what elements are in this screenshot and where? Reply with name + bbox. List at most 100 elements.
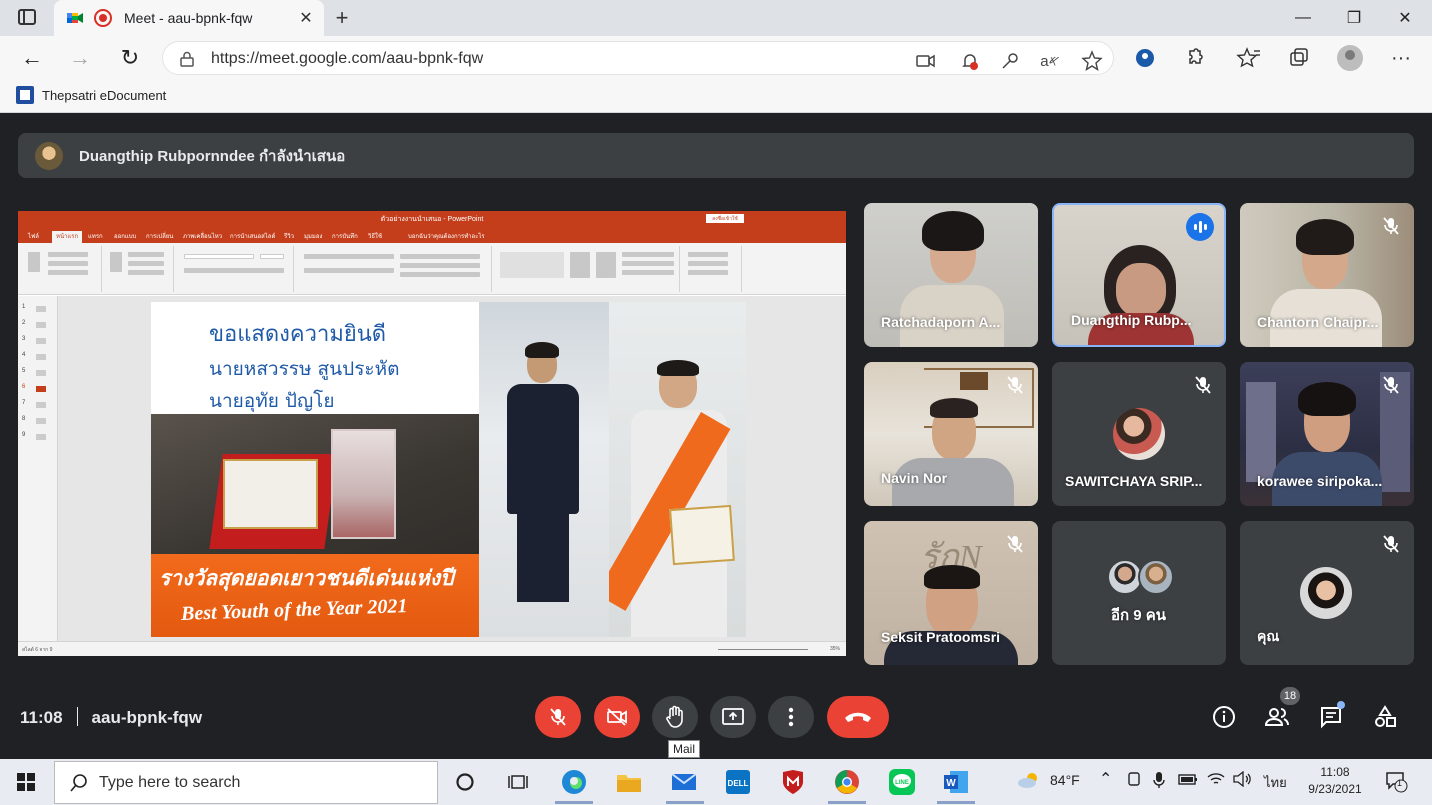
camera-permission-icon[interactable]: [915, 50, 937, 72]
present-screen-button[interactable]: [710, 696, 756, 738]
edge-icon[interactable]: [559, 767, 589, 797]
info-icon: [1213, 706, 1235, 728]
word-icon[interactable]: W: [941, 767, 971, 797]
presenting-banner: Duangthip Rubpornndee กำลังนำเสนอ: [18, 133, 1414, 178]
mail-icon[interactable]: [669, 767, 699, 797]
thumb-number: 3: [22, 336, 26, 342]
read-aloud-icon[interactable]: a𐤀: [1039, 50, 1061, 72]
key-icon[interactable]: [999, 50, 1021, 72]
toggle-mic-button[interactable]: [535, 696, 581, 738]
tooltip: Mail: [668, 740, 701, 758]
notification-blocked-icon[interactable]: [959, 50, 981, 72]
more-menu-icon[interactable]: ···: [1388, 45, 1414, 71]
add-favorite-icon[interactable]: [1081, 50, 1103, 72]
activities-button[interactable]: [1371, 703, 1399, 731]
ppt-menu-item: รีวิว: [284, 234, 294, 240]
participant-tile[interactable]: Chantorn Chaipr...: [1240, 203, 1414, 347]
taskbar-search[interactable]: Type here to search: [54, 761, 438, 804]
taskbar-clock[interactable]: 11:08 9/23/2021: [1300, 764, 1370, 798]
cortana-icon[interactable]: [450, 767, 480, 797]
ppt-menu-item: ภาพเคลื่อนไหว: [183, 234, 223, 240]
weather-icon[interactable]: [1016, 769, 1042, 794]
new-tab-icon[interactable]: +: [330, 5, 354, 30]
restore-icon[interactable]: ❐: [1331, 0, 1377, 36]
ribbon-group-font: [176, 246, 294, 292]
svg-text:W: W: [946, 778, 956, 789]
tab-close-icon[interactable]: ✕: [296, 8, 316, 28]
collections-icon[interactable]: [1286, 45, 1312, 71]
participant-tile[interactable]: รักN Seksit Pratoomsri: [864, 521, 1038, 665]
mic-off-icon: [1195, 376, 1211, 394]
people-button[interactable]: [1263, 703, 1291, 731]
url-field[interactable]: https://meet.google.com/aau-bpnk-fqw a𐤀: [162, 41, 1114, 75]
tray-overflow-icon[interactable]: ⌃: [1099, 769, 1112, 789]
participant-tile[interactable]: Ratchadaporn A...: [864, 203, 1038, 347]
favorites-icon[interactable]: [1236, 45, 1262, 71]
more-vert-icon: [788, 707, 794, 727]
thumb-number: 1: [22, 304, 26, 310]
participant-tile-speaking[interactable]: Duangthip Rubp...: [1052, 203, 1226, 347]
extensions-icon[interactable]: [1182, 45, 1208, 71]
battery-icon[interactable]: [1178, 772, 1198, 789]
mic-tray-icon[interactable]: [1153, 771, 1165, 792]
thumb-number: 2: [22, 320, 26, 326]
end-call-button[interactable]: [827, 696, 889, 738]
self-tile[interactable]: คุณ: [1240, 521, 1414, 665]
svg-text:DELL: DELL: [728, 779, 749, 788]
participant-tile[interactable]: korawee siripoka...: [1240, 362, 1414, 506]
window-close-icon[interactable]: ✕: [1382, 0, 1428, 36]
notification-center-icon[interactable]: 1: [1384, 769, 1408, 796]
url-text: https://meet.google.com/aau-bpnk-fqw: [211, 50, 484, 67]
ppt-status-bar: สไลด์ 6 จาก 9 35%: [18, 641, 846, 656]
tab-actions-icon[interactable]: [18, 9, 36, 25]
line-icon[interactable]: LINE: [887, 767, 917, 797]
meeting-code: aau-bpnk-fqw: [91, 708, 203, 727]
hang-up-icon: [845, 712, 871, 722]
profile-avatar[interactable]: [1337, 45, 1363, 71]
wifi-icon[interactable]: [1207, 771, 1225, 790]
participant-tile[interactable]: Navin Nor: [864, 362, 1038, 506]
notification-count: 1: [1397, 778, 1403, 788]
mic-off-icon: [1383, 376, 1399, 394]
bookmark-label: Thepsatri eDocument: [42, 87, 167, 103]
ppt-menu-item: แทรก: [88, 234, 103, 240]
people-icon: [1264, 708, 1289, 726]
weather-temp[interactable]: 84°F: [1050, 772, 1080, 788]
minimize-icon[interactable]: —: [1280, 0, 1326, 36]
meet-control-bar: 11:08 aau-bpnk-fqw: [0, 688, 1432, 758]
more-options-button[interactable]: [768, 696, 814, 738]
ppt-menu-item: ออกแบบ: [114, 234, 137, 240]
meeting-details-button[interactable]: [1210, 703, 1238, 731]
raise-hand-button[interactable]: [652, 696, 698, 738]
browser-tab[interactable]: Meet - aau-bpnk-fqw ✕: [54, 0, 324, 36]
search-icon: [70, 773, 87, 792]
back-icon[interactable]: ←: [18, 44, 46, 72]
presenter-avatar: [35, 141, 63, 170]
bookmark-item[interactable]: Thepsatri eDocument: [16, 86, 166, 104]
start-button[interactable]: [17, 773, 35, 791]
participant-name: Ratchadaporn A...: [881, 314, 1001, 330]
presentation-screen[interactable]: ตัวอย่างงานนำเสนอ - PowerPoint ลงชื่อเข้…: [18, 211, 846, 656]
chrome-icon[interactable]: [832, 767, 862, 797]
meet-tray-icon[interactable]: [1127, 771, 1141, 790]
toggle-camera-button[interactable]: [594, 696, 640, 738]
mcafee-icon[interactable]: [778, 767, 808, 797]
award-photo: รางวัลสุดยอดเยาวชนดีเด่นแห่งปี Best Yout…: [151, 414, 479, 637]
input-language[interactable]: ไทย: [1264, 772, 1287, 793]
file-explorer-icon[interactable]: [614, 767, 644, 797]
slide-name-2: นายอุทัย ปัญโย: [209, 390, 335, 412]
participant-count-badge: 18: [1280, 687, 1300, 705]
forward-icon[interactable]: →: [66, 44, 94, 72]
participant-name: korawee siripoka...: [1257, 473, 1383, 489]
participant-tile[interactable]: SAWITCHAYA SRIP...: [1052, 362, 1226, 506]
chat-unread-dot: [1337, 701, 1345, 709]
more-participants-tile[interactable]: อีก 9 คน: [1052, 521, 1226, 665]
dell-icon[interactable]: DELL: [723, 767, 753, 797]
extension-shield-icon[interactable]: [1132, 45, 1158, 71]
activities-icon: [1375, 705, 1396, 727]
task-view-icon[interactable]: [503, 767, 533, 797]
ppt-menu-item: มุมมอง: [304, 234, 323, 240]
thumb-number: 9: [22, 432, 26, 438]
refresh-icon[interactable]: ↻: [116, 44, 144, 72]
volume-icon[interactable]: [1232, 770, 1252, 790]
